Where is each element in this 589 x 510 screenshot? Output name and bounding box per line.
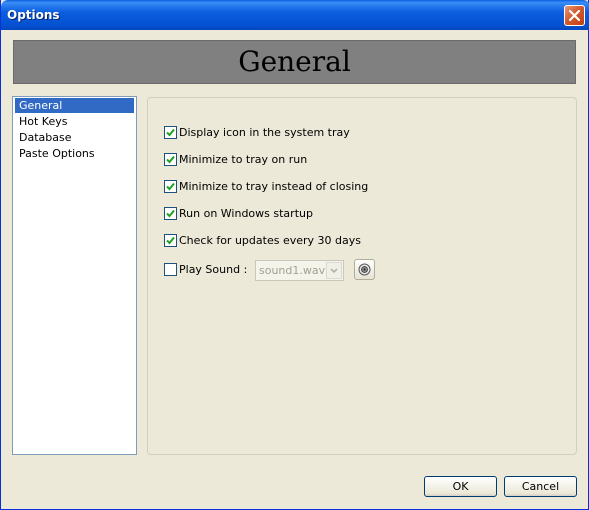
options-category-list: General Hot Keys Database Paste Options	[12, 96, 137, 455]
option-label: Minimize to tray on run	[179, 153, 308, 166]
checkbox[interactable]	[164, 263, 177, 276]
checkbox[interactable]	[164, 153, 177, 166]
checkmark-icon	[166, 128, 175, 137]
cancel-button[interactable]: Cancel	[504, 476, 577, 497]
nav-item-paste-options[interactable]: Paste Options	[15, 146, 134, 161]
option-label: Check for updates every 30 days	[179, 234, 361, 247]
sound-file-value: sound1.wav	[259, 264, 326, 277]
sound-file-select[interactable]: sound1.wav	[255, 260, 344, 281]
close-icon	[569, 10, 580, 21]
title-bar[interactable]: Options	[1, 0, 589, 30]
nav-item-database[interactable]: Database	[15, 130, 134, 145]
options-dialog: Options General General Hot Keys Databas…	[0, 0, 589, 510]
option-label: Play Sound :	[179, 263, 248, 276]
window-title: Options	[7, 8, 60, 22]
option-label: Minimize to tray instead of closing	[179, 180, 369, 193]
nav-item-hot-keys[interactable]: Hot Keys	[15, 114, 134, 129]
checkmark-icon	[166, 209, 175, 218]
page-title: General	[238, 45, 351, 78]
chevron-down-icon[interactable]	[326, 262, 342, 279]
close-button[interactable]	[564, 5, 585, 26]
page-header-banner: General	[13, 40, 576, 84]
checkbox[interactable]	[164, 126, 177, 139]
option-label: Display icon in the system tray	[179, 126, 350, 139]
checkbox[interactable]	[164, 207, 177, 220]
checkmark-icon	[166, 236, 175, 245]
checkbox[interactable]	[164, 234, 177, 247]
checkbox[interactable]	[164, 180, 177, 193]
option-label: Run on Windows startup	[179, 207, 313, 220]
ok-button[interactable]: OK	[424, 476, 497, 497]
checkmark-icon	[166, 155, 175, 164]
speaker-icon	[358, 263, 371, 276]
play-sound-button[interactable]	[354, 259, 375, 280]
checkmark-icon	[166, 182, 175, 191]
nav-item-general[interactable]: General	[15, 98, 134, 113]
